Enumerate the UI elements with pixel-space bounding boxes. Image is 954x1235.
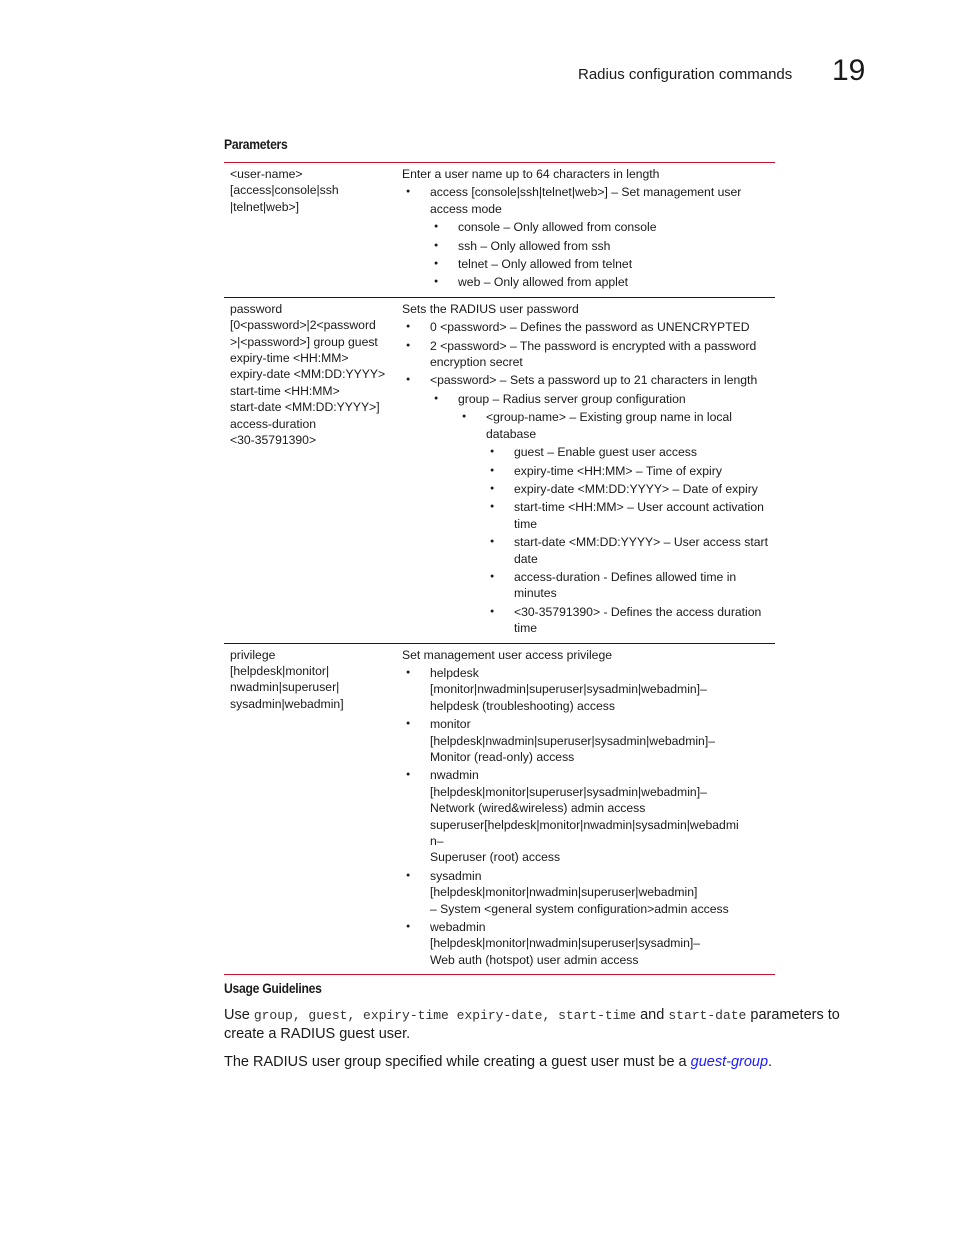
list-item-line: helpdesk — [430, 665, 479, 680]
list-item: access-duration - Defines allowed time i… — [402, 569, 775, 602]
list-item: 2 <password> – The password is encrypted… — [402, 338, 775, 371]
parameter-line: sysadmin|webadmin] — [230, 696, 344, 711]
table-row: password [0<password>|2<password >|<passwo… — [224, 298, 775, 644]
list-item-line: [helpdesk|monitor|nwadmin|superuser|sysa… — [430, 936, 701, 951]
parameter-line: <30-35791390> — [230, 433, 317, 448]
description-text: Enter a user name up to 64 characters in… — [402, 167, 660, 181]
usage-guidelines-heading: Usage Guidelines — [224, 981, 322, 996]
parameter-line: [helpdesk|monitor| — [230, 663, 330, 678]
parameters-heading: Parameters — [224, 137, 288, 152]
list-item-line: [helpdesk|monitor|superuser|sysadmin|web… — [430, 784, 707, 799]
list-item: sysadmin [helpdesk|monitor|nwadmin|superu… — [402, 868, 775, 917]
code-start-date: start-date — [668, 1008, 747, 1023]
code-params: group, guest, expiry-time expiry-date, s… — [253, 1008, 637, 1023]
list-item: access [console|ssh|telnet|web>] – Set m… — [402, 184, 775, 217]
list-item-line: helpdesk (troubleshooting) access — [430, 698, 615, 713]
list-item-line: Network (wired&wireless) admin access — [430, 801, 646, 816]
list-item: 0 <password> – Defines the password as U… — [402, 319, 775, 336]
parameter-line: [access|console|ssh — [230, 183, 339, 198]
list-item: expiry-date <MM:DD:YYYY> – Date of expir… — [402, 481, 775, 498]
list-item: group – Radius server group configuratio… — [402, 391, 775, 408]
usage-paragraph-1: Use group, guest, expiry-time expiry-dat… — [224, 1007, 840, 1042]
list-item-line: monitor — [430, 717, 471, 732]
list-item-line: nwadmin — [430, 768, 479, 783]
parameter-line: privilege — [230, 647, 276, 662]
parameter-line: <user-name> — [230, 167, 303, 181]
table-row: privilege [helpdesk|monitor| nwadmin|super… — [224, 644, 775, 976]
list-item-line: Web auth (hotspot) user admin access — [430, 952, 639, 967]
list-item: web – Only allowed from applet — [402, 274, 775, 291]
option-list: 0 <password> – Defines the password as U… — [402, 319, 775, 636]
parameter-line: expiry-time <HH:MM> — [230, 351, 349, 366]
list-item-line: sysadmin — [430, 868, 482, 883]
list-item-line: n– — [430, 834, 444, 849]
list-item: console – Only allowed from console — [402, 219, 775, 236]
list-item-line: [monitor|nwadmin|superuser|sysadmin|weba… — [430, 682, 707, 697]
parameter-line: nwadmin|superuser| — [230, 680, 340, 695]
list-item: nwadmin[helpdesk|monitor|superuser|sysad… — [402, 767, 775, 865]
description-text: Sets the RADIUS user password — [402, 301, 579, 316]
parameter-cell: <user-name> [access|console|ssh |telnet|we… — [224, 163, 395, 297]
list-item-line: Monitor (read-only) access — [430, 750, 575, 764]
parameter-cell: privilege [helpdesk|monitor| nwadmin|super… — [224, 644, 395, 975]
list-item: <password> – Sets a password up to 21 ch… — [402, 372, 775, 389]
list-item: telnet – Only allowed from telnet — [402, 256, 775, 273]
list-item: guest – Enable guest user access — [402, 444, 775, 461]
option-list: helpdesk [monitor|nwadmin|superuser|sysad… — [402, 665, 775, 968]
list-item: start-time <HH:MM> – User account activa… — [402, 499, 775, 532]
list-item: monitor[helpdesk|nwadmin|superuser|sysad… — [402, 716, 775, 765]
parameter-line: start-date <MM:DD:YYYY>] — [230, 400, 380, 415]
list-item: webadmin[helpdesk|monitor|nwadmin|superu… — [402, 919, 775, 968]
usage-paragraph-2: The RADIUS user group specified while cr… — [224, 1054, 773, 1070]
parameters-table: <user-name> [access|console|ssh |telnet|we… — [224, 162, 775, 976]
parameter-line: |telnet|web>] — [230, 199, 300, 214]
list-item-line: [helpdesk|monitor|nwadmin|superuser|weba… — [430, 885, 698, 900]
list-item-line: Superuser (root) access — [430, 850, 561, 865]
parameter-line: expiry-date <MM:DD:YYYY> — [230, 367, 386, 382]
parameter-line: password — [230, 301, 283, 316]
running-header-title: Radius configuration commands — [578, 66, 793, 83]
list-item: expiry-time <HH:MM> – Time of expiry — [402, 463, 775, 480]
parameter-line: >|<password>] group guest — [230, 334, 378, 349]
list-item: ssh – Only allowed from ssh — [402, 238, 775, 255]
parameter-cell: password [0<password>|2<password >|<passwo… — [224, 298, 395, 643]
guest-group-link[interactable]: guest-group — [691, 1054, 768, 1070]
list-item: helpdesk [monitor|nwadmin|superuser|sysad… — [402, 665, 775, 714]
parameter-line: start-time <HH:MM> — [230, 383, 340, 398]
list-item-line: – System <general system configuration>a… — [430, 901, 729, 916]
list-item-line: [helpdesk|nwadmin|superuser|sysadmin|web… — [430, 733, 715, 748]
chapter-number: 19 — [832, 54, 866, 87]
list-item: start-date <MM:DD:YYYY> – User access st… — [402, 534, 775, 567]
list-item: <30-35791390> - Defines the access durat… — [402, 604, 775, 637]
list-item-line: superuser[helpdesk|monitor|nwadmin|sysad… — [430, 817, 739, 832]
parameter-line: access-duration — [230, 416, 317, 431]
list-item-line: webadmin — [430, 920, 486, 935]
description-text: Set management user access privilege — [402, 647, 613, 662]
table-row: <user-name> [access|console|ssh |telnet|we… — [224, 163, 775, 298]
description-cell: Set management user access privilege help… — [395, 644, 775, 975]
option-list: access [console|ssh|telnet|web>] – Set m… — [402, 184, 775, 291]
list-item: <group-name> – Existing group name in lo… — [402, 409, 775, 442]
description-cell: Sets the RADIUS user password 0 <password… — [395, 298, 775, 643]
description-cell: Enter a user name up to 64 characters in… — [395, 163, 775, 297]
parameter-line: [0<password>|2<password — [230, 318, 376, 333]
